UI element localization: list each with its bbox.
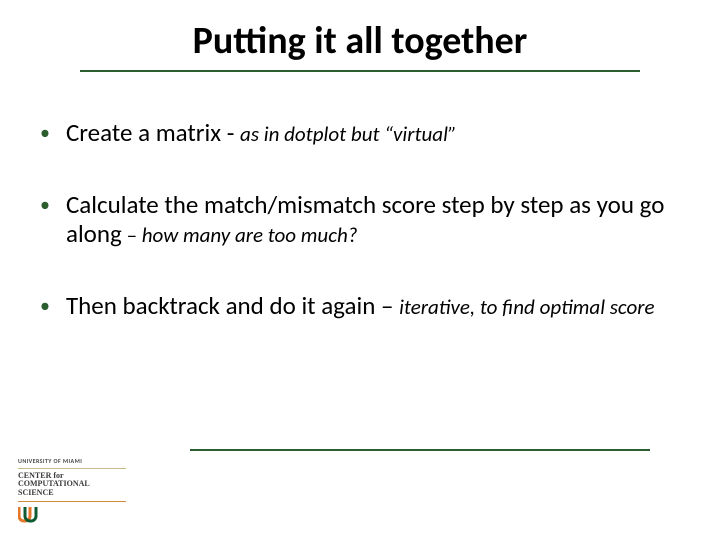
bullet-sep: – xyxy=(375,290,399,321)
bullet-note: as in dotplot but “virtual” xyxy=(240,121,457,147)
bullet-note: iterative, to find optimal score xyxy=(399,294,654,320)
body-area: • Create a matrix - as in dotplot but “v… xyxy=(0,72,720,320)
bullet-sep: – xyxy=(122,222,142,248)
footer-rule xyxy=(190,449,650,451)
bullet-note: how many are too much? xyxy=(142,222,358,248)
logo-center-line-3: SCIENCE xyxy=(18,489,138,497)
bullet-main: Create a matrix xyxy=(66,117,221,148)
bullet-text: Create a matrix - as in dotplot but “vir… xyxy=(66,118,670,148)
bullet-item: • Create a matrix - as in dotplot but “v… xyxy=(40,118,670,148)
bullet-text: Calculate the match/mismatch score step … xyxy=(66,190,670,249)
slide-title: Putting it all together xyxy=(185,18,536,70)
logo-university-line: UNIVERSITY OF MIAMI xyxy=(18,457,138,465)
slide: Putting it all together • Create a matri… xyxy=(0,0,720,540)
logo-divider xyxy=(18,468,126,469)
bullet-marker: • xyxy=(40,295,50,319)
bullet-marker: • xyxy=(40,122,50,146)
logo-divider xyxy=(18,501,126,502)
footer-logo: UNIVERSITY OF MIAMI CENTER for COMPUTATI… xyxy=(18,457,138,524)
title-area: Putting it all together xyxy=(0,0,720,72)
bullet-text: Then backtrack and do it again – iterati… xyxy=(66,291,670,321)
u-logo-icon xyxy=(18,506,38,524)
bullet-item: • Calculate the match/mismatch score ste… xyxy=(40,190,670,249)
bullet-sep: - xyxy=(221,117,240,148)
bullet-main: Then backtrack and do it again xyxy=(66,290,375,321)
bullet-marker: • xyxy=(40,194,50,218)
bullet-item: • Then backtrack and do it again – itera… xyxy=(40,291,670,321)
